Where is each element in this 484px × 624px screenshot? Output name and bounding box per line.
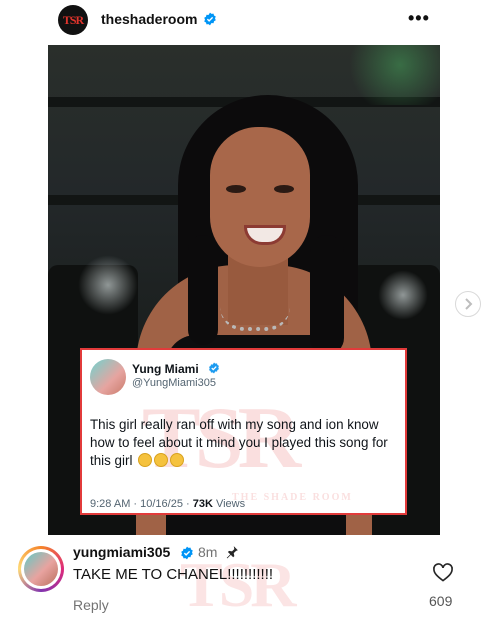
verified-badge-icon [181, 546, 193, 560]
post-username[interactable]: theshaderoom [101, 11, 197, 27]
tweet-card: Yung Miami @YungMiami305 TSR THE SHADE R… [80, 348, 407, 515]
pin-icon [226, 546, 238, 559]
commenter-username[interactable]: yungmiami305 [73, 544, 170, 560]
tweet-views-count: 73K [192, 498, 213, 510]
person-eye [274, 185, 294, 193]
person-face [210, 127, 310, 267]
thinking-emoji-icon [170, 453, 185, 467]
more-options-icon[interactable]: ••• [408, 8, 430, 29]
tsr-logo: TSR [62, 12, 84, 27]
account-avatar[interactable]: TSR [58, 5, 88, 35]
light-glow [340, 45, 440, 105]
tweet-text: This girl really ran off with my song an… [90, 416, 402, 470]
tweet-body: This girl really ran off with my song an… [90, 417, 388, 468]
watermark-text: THE SHADE ROOM [232, 492, 353, 503]
person-eye [226, 185, 246, 193]
tweet-views-label: Views [212, 498, 246, 510]
thinking-emoji-icon [154, 453, 169, 467]
light-glow [378, 270, 428, 320]
verified-badge-icon [204, 12, 216, 26]
tweet-timestamp: 9:28 AM · 10/16/25 · [90, 498, 193, 510]
thinking-emoji-icon [138, 453, 153, 467]
heart-icon[interactable] [432, 562, 454, 582]
person-hair [310, 235, 344, 355]
watermark-logo: TSR [180, 549, 296, 620]
comment-time: 8m [198, 544, 218, 560]
carousel-next-button[interactable] [455, 291, 481, 317]
like-count: 609 [429, 593, 453, 609]
post-header: TSR theshaderoom ••• [0, 0, 484, 40]
chevron-right-icon [465, 298, 473, 310]
tweet-author-name: Yung Miami [132, 362, 199, 376]
person-hair [188, 235, 218, 345]
comment-text: TAKE ME TO CHANEL!!!!!!!!!!! [73, 566, 274, 583]
light-glow [78, 255, 138, 315]
reply-button[interactable]: Reply [73, 597, 109, 613]
verified-badge-icon [209, 362, 219, 374]
commenter-avatar[interactable] [24, 552, 58, 586]
tweet-avatar [90, 359, 126, 395]
tweet-meta: 9:28 AM · 10/16/25 · 73K Views [90, 498, 245, 510]
